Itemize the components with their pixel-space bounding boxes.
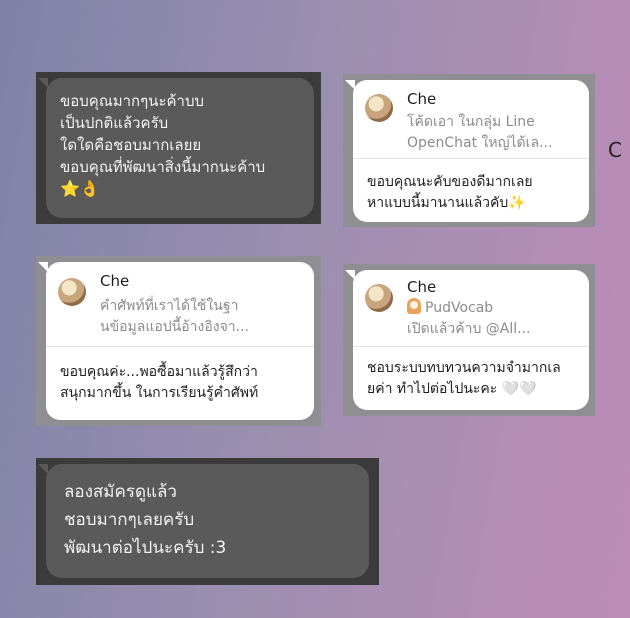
reply-quote-block[interactable]: Che โค้ดเอา ในกลุ่ม Line OpenChat ใหญ่ได… xyxy=(353,80,589,159)
reply-message-bubble: Che โค้ดเอา ในกลุ่ม Line OpenChat ใหญ่ได… xyxy=(353,80,589,222)
review-screenshot-3: Che คำศัพท์ที่เราได้ใช้ในฐา นข้อมูลแอปนี… xyxy=(36,256,321,426)
avatar xyxy=(365,94,393,122)
emoji-line: ⭐👌 xyxy=(60,178,300,200)
sparkle-icon: ✨ xyxy=(508,195,526,211)
reply-quote-block[interactable]: Che PudVocab เปิดแล้วค้าบ @All... xyxy=(353,270,589,347)
reply-sender-name: Che xyxy=(407,278,437,296)
reply-sender-name: Che xyxy=(407,90,437,108)
message-line: ขอบคุณที่พัฒนาสิ่งนี้มากนะค้าบ xyxy=(60,158,266,176)
review-screenshot-1: ขอบคุณมากๆนะค้าบบ เป็นปกติแล้วครับ ใดใดค… xyxy=(36,72,321,224)
message-line-text: ยค่า ทำไปต่อไปนะคะ xyxy=(367,381,498,397)
review-screenshot-4: Che PudVocab เปิดแล้วค้าบ @All... ชอบระบ… xyxy=(343,264,595,416)
stray-character: C xyxy=(608,138,622,162)
reply-message-bubble: Che PudVocab เปิดแล้วค้าบ @All... ชอบระบ… xyxy=(353,270,589,410)
quote-line: โค้ดเอา ในกลุ่ม Line xyxy=(407,114,535,130)
message-line: ขอบคุณนะคับของดีมากเลย xyxy=(367,174,533,190)
message-line: ลองสมัครดูแล้ว xyxy=(64,482,177,502)
reply-message-bubble: Che คำศัพท์ที่เราได้ใช้ในฐา นข้อมูลแอปนี… xyxy=(46,262,314,420)
review-screenshot-5: ลองสมัครดูแล้ว ชอบมากๆเลยครับ พัฒนาต่อไป… xyxy=(36,458,379,585)
message-line: หาแบบนี้มานานแล้วคับ✨ xyxy=(367,193,533,214)
message-line: ยค่า ทำไปต่อไปนะคะ 🤍🤍 xyxy=(367,379,561,400)
message-line: ขอบคุณมากๆนะค้าบบ xyxy=(60,92,204,110)
message-line: สนุกมากขึ้น ในการเรียนรู้คำศัพท์ xyxy=(60,385,259,401)
message-line: ใดใดคือชอบมากเลยย xyxy=(60,136,202,154)
reply-sender-name: Che xyxy=(100,272,130,290)
message-bubble: ลองสมัครดูแล้ว ชอบมากๆเลยครับ พัฒนาต่อไป… xyxy=(46,464,369,578)
reply-quote-text: PudVocab เปิดแล้วค้าบ @All... xyxy=(407,298,531,340)
avatar xyxy=(365,284,393,312)
message-line-text: หาแบบนี้มานานแล้วคับ xyxy=(367,195,509,211)
review-screenshot-2: Che โค้ดเอา ในกลุ่ม Line OpenChat ใหญ่ได… xyxy=(343,74,595,227)
message-line: ชอบมากๆเลยครับ xyxy=(64,510,195,530)
reply-body-text: ขอบคุณนะคับของดีมากเลย หาแบบนี้มานานแล้ว… xyxy=(367,172,533,214)
reply-quote-text: โค้ดเอา ในกลุ่ม Line OpenChat ใหญ่ได้เล.… xyxy=(407,112,552,154)
microphone-icon xyxy=(407,298,421,314)
reply-quote-block[interactable]: Che คำศัพท์ที่เราได้ใช้ในฐา นข้อมูลแอปนี… xyxy=(46,262,314,347)
reply-quote-text: คำศัพท์ที่เราได้ใช้ในฐา นข้อมูลแอปนี้อ้า… xyxy=(100,296,249,338)
quote-line: คำศัพท์ที่เราได้ใช้ในฐา xyxy=(100,298,239,314)
message-line: เป็นปกติแล้วครับ xyxy=(60,114,169,132)
reply-body-text: ชอบระบบทบทวนความจำมากเล ยค่า ทำไปต่อไปนะ… xyxy=(367,358,561,400)
quote-line: PudVocab xyxy=(407,298,531,319)
white-heart-icon: 🤍🤍 xyxy=(501,381,537,397)
message-line: พัฒนาต่อไปนะครับ :3 xyxy=(64,538,227,558)
avatar xyxy=(58,278,86,306)
quote-line: นข้อมูลแอปนี้อ้างอิงจา... xyxy=(100,319,250,335)
quote-line: OpenChat ใหญ่ได้เล... xyxy=(407,135,553,151)
message-line: ชอบระบบทบทวนความจำมากเล xyxy=(367,360,561,376)
star-icon: ⭐ xyxy=(60,179,80,198)
ok-hand-icon: 👌 xyxy=(79,179,100,198)
message-bubble: ขอบคุณมากๆนะค้าบบ เป็นปกติแล้วครับ ใดใดค… xyxy=(46,78,314,218)
message-line: ขอบคุณค่ะ...พอซื้อมาแล้วรู้สึกว่า xyxy=(60,364,258,380)
quote-line: เปิดแล้วค้าบ @All... xyxy=(407,321,531,337)
quote-line-text: PudVocab xyxy=(425,300,494,316)
reply-body-text: ขอบคุณค่ะ...พอซื้อมาแล้วรู้สึกว่า สนุกมา… xyxy=(60,362,258,404)
